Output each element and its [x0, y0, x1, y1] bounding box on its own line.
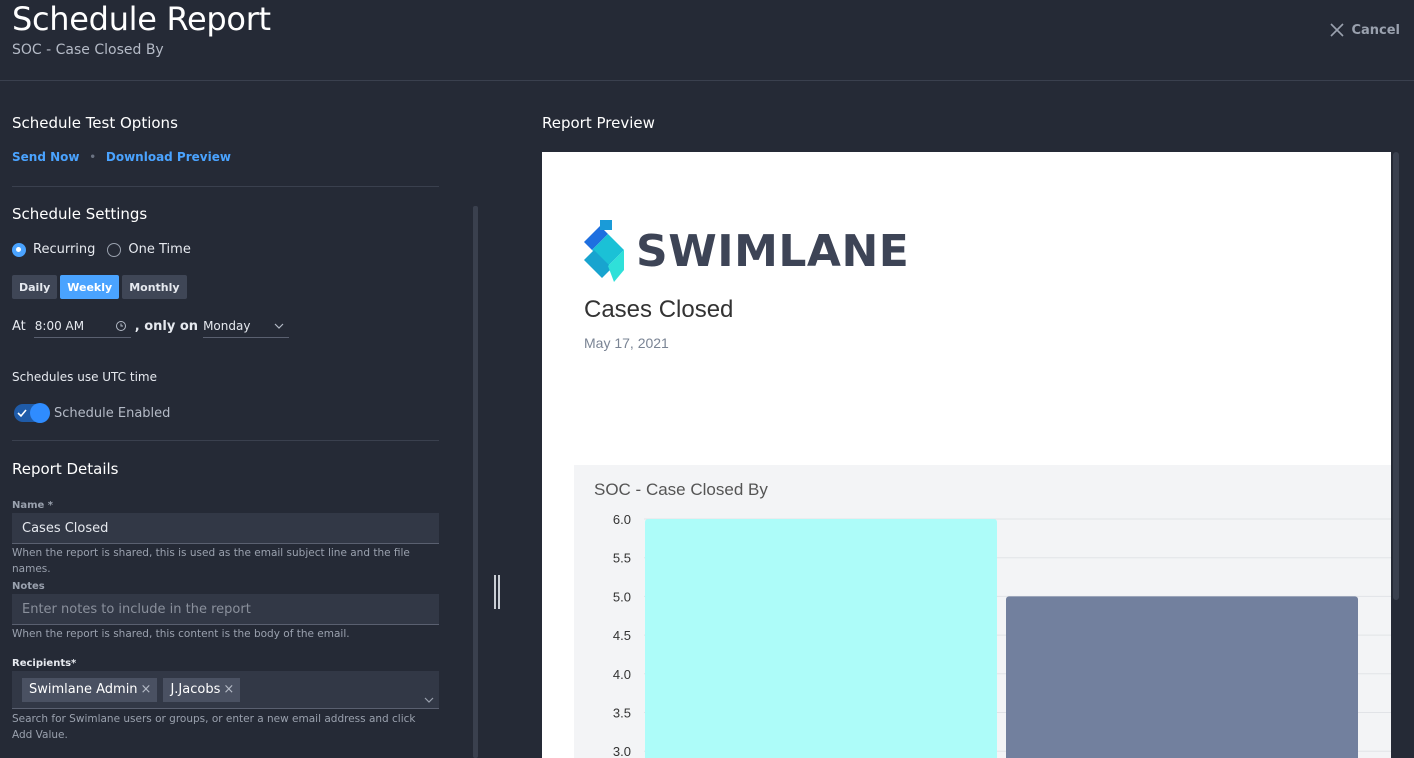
y-tick-label: 4.0: [613, 667, 631, 682]
close-icon: [1330, 23, 1345, 37]
remove-recipient-icon[interactable]: ×: [141, 682, 152, 697]
radio-selected-icon: [12, 242, 26, 257]
weekly-button[interactable]: Weekly: [60, 275, 120, 299]
swimlane-logo-icon: [584, 220, 624, 282]
y-tick-label: 5.5: [613, 551, 631, 566]
time-row: At 8:00 AM , only on Monday: [12, 314, 290, 338]
recipients-label: Recipients*: [12, 658, 77, 669]
one-time-label: One Time: [128, 242, 191, 257]
radio-unselected-icon: [107, 242, 122, 257]
recipient-name: Swimlane Admin: [29, 682, 138, 697]
toggle-knob: [30, 403, 50, 423]
bar-chart: 6.0 5.5 5.0 4.5 4.0 3.5 3.0: [613, 512, 1391, 758]
recipient-name: J.Jacobs: [170, 682, 221, 697]
recipient-chip: J.Jacobs ×: [163, 677, 241, 702]
at-label: At: [12, 318, 26, 334]
page-header: Schedule Report SOC - Case Closed By Can…: [0, 0, 1414, 81]
settings-panel: Schedule Test Options Send Now • Downloa…: [0, 82, 480, 758]
remove-recipient-icon[interactable]: ×: [223, 682, 234, 697]
time-value: 8:00 AM: [34, 318, 85, 333]
test-options-links: Send Now • Download Preview: [12, 150, 231, 164]
y-tick-label: 3.0: [613, 744, 631, 758]
recipients-help: Search for Swimlane users or groups, or …: [12, 713, 416, 741]
chart-container: SOC - Case Closed By 6.0 5.5 5.0 4.5 4.0 3.5 3…: [574, 465, 1391, 758]
swimlane-logo: SWIMLANE: [584, 220, 909, 282]
day-value: Monday: [203, 318, 251, 333]
notes-input[interactable]: Enter notes to include in the report: [12, 594, 439, 625]
chevron-down-icon: [274, 323, 284, 329]
schedule-type-radios: Recurring One Time: [12, 242, 203, 257]
schedule-settings-title: Schedule Settings: [12, 205, 148, 223]
report-date: May 17, 2021: [584, 335, 669, 351]
time-input[interactable]: 8:00 AM: [33, 314, 131, 338]
report-title: Cases Closed: [584, 296, 734, 323]
clock-icon: [115, 320, 126, 331]
notes-help: When the report is shared, this content …: [12, 628, 350, 640]
divider: [12, 440, 439, 441]
link-separator: •: [89, 151, 96, 163]
recipient-chip: Swimlane Admin ×: [22, 677, 158, 702]
download-preview-link[interactable]: Download Preview: [106, 150, 231, 164]
cancel-label: Cancel: [1351, 22, 1400, 38]
daily-button[interactable]: Daily: [12, 275, 58, 299]
schedule-enabled-toggle[interactable]: [14, 403, 50, 423]
notes-label: Notes: [12, 581, 45, 592]
utc-note: Schedules use UTC time: [12, 370, 157, 384]
y-tick-label: 3.5: [613, 706, 631, 721]
monthly-button[interactable]: Monthly: [122, 275, 187, 299]
chart-bar[interactable]: [645, 519, 997, 758]
cancel-button[interactable]: Cancel: [1329, 22, 1400, 38]
preview-scrollbar[interactable]: [1393, 152, 1399, 600]
page-title: Schedule Report: [12, 0, 271, 38]
chevron-down-icon[interactable]: [423, 694, 435, 706]
frequency-buttons: Daily Weekly Monthly: [12, 275, 187, 299]
schedule-enabled-label: Schedule Enabled: [54, 405, 171, 421]
divider: [12, 186, 439, 187]
one-time-radio[interactable]: One Time: [107, 242, 191, 257]
name-input[interactable]: Cases Closed: [12, 513, 439, 544]
day-select[interactable]: Monday: [203, 314, 290, 338]
logo-text: SWIMLANE: [636, 225, 910, 277]
y-tick-label: 6.0: [613, 512, 631, 527]
send-now-link[interactable]: Send Now: [12, 150, 79, 164]
name-label: Name *: [12, 500, 54, 511]
report-preview: SWIMLANE Cases Closed May 17, 2021 SOC -…: [542, 152, 1391, 758]
check-icon: [17, 409, 27, 418]
settings-scrollbar[interactable]: [473, 206, 478, 758]
page-subtitle: SOC - Case Closed By: [12, 42, 164, 58]
recipients-input[interactable]: Swimlane Admin × J.Jacobs ×: [12, 671, 439, 709]
recurring-radio[interactable]: Recurring: [12, 242, 95, 257]
name-help: When the report is shared, this is used …: [12, 547, 410, 575]
chart-bar[interactable]: [1006, 596, 1358, 758]
report-details-title: Report Details: [12, 460, 119, 478]
report-preview-title: Report Preview: [542, 114, 655, 132]
y-tick-label: 5.0: [613, 589, 631, 604]
schedule-enabled-row: Schedule Enabled: [14, 403, 171, 423]
y-tick-label: 4.5: [613, 628, 631, 643]
test-options-title: Schedule Test Options: [12, 114, 178, 132]
panel-resize-handle[interactable]: [494, 575, 500, 609]
only-on-label: , only on: [134, 318, 199, 334]
recurring-label: Recurring: [33, 242, 96, 257]
